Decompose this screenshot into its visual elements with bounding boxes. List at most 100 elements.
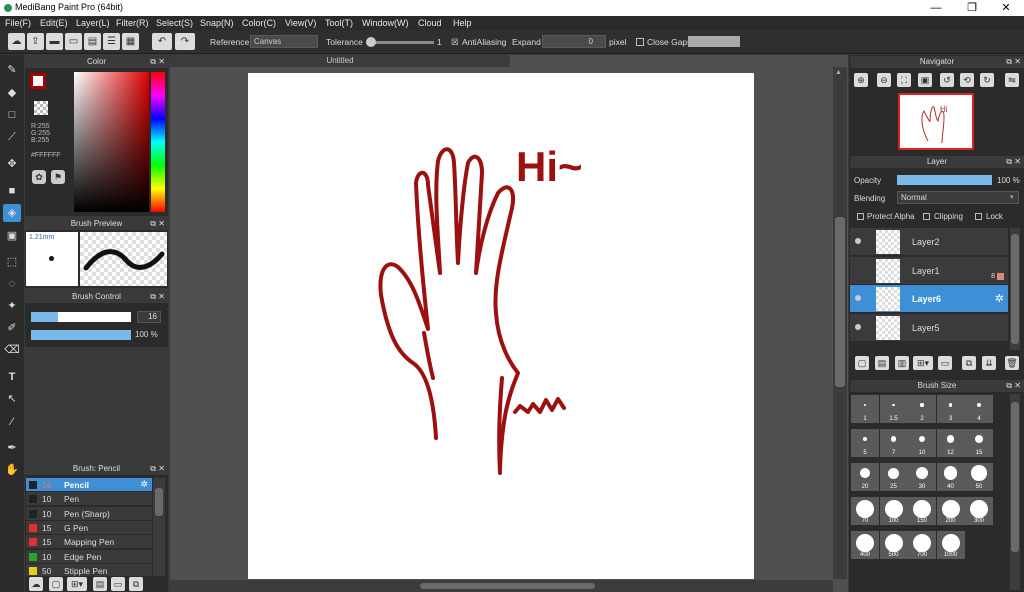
rotate-left-icon[interactable]: ↺ [940, 73, 954, 87]
layer-opacity-slider[interactable] [897, 175, 992, 185]
brush-list-scrollbar[interactable] [153, 478, 165, 576]
lock-checkbox[interactable] [975, 213, 982, 220]
menu-color[interactable]: Color(C) [242, 18, 276, 28]
brush-size-preset[interactable]: 30 [908, 463, 936, 491]
eraser-tool-icon[interactable]: ◆ [3, 84, 21, 102]
maximize-button[interactable]: ❐ [956, 0, 988, 16]
expand-field[interactable]: 0 [542, 35, 606, 48]
brush-size-preset[interactable]: 7 [879, 429, 908, 457]
delete-layer-icon[interactable]: 🗑 [1005, 356, 1019, 370]
select-rect-tool-icon[interactable]: ⬚ [3, 253, 21, 271]
saturation-value-picker[interactable] [74, 72, 149, 212]
brush-size-preset[interactable]: 20 [851, 463, 879, 491]
menu-filter[interactable]: Filter(R) [116, 18, 149, 28]
brush-size-preset[interactable]: 1000 [936, 531, 965, 559]
add-brush-dropdown-icon[interactable]: ⊞▾ [67, 577, 87, 591]
brush-size-preset[interactable]: 70 [851, 497, 879, 525]
popout-icon[interactable]: ⧉ [150, 463, 156, 475]
layer-row[interactable]: Layer2 [850, 228, 1008, 256]
popout-icon[interactable]: ⧉ [1006, 156, 1012, 168]
eyedropper-tool-icon[interactable]: ✒ [3, 439, 21, 457]
menu-help[interactable]: Help [453, 18, 472, 28]
visibility-eye-icon[interactable] [855, 323, 861, 330]
clipping-checkbox[interactable] [923, 213, 930, 220]
brush-size-preset[interactable]: 40 [936, 463, 965, 491]
new-8bit-layer-icon[interactable]: ▥ [895, 356, 909, 370]
close-panel-icon[interactable]: ✕ [1014, 380, 1021, 392]
brush-opacity-slider[interactable] [31, 330, 131, 340]
minimize-button[interactable]: — [920, 0, 952, 16]
antialiasing-checkbox[interactable]: ☒ [451, 37, 459, 48]
layer-row[interactable]: Layer5 [850, 313, 1008, 342]
new-halftone-layer-icon[interactable]: ▤ [875, 356, 889, 370]
select-pen-tool-icon[interactable]: ✐ [3, 319, 21, 337]
brush-size-preset[interactable]: 1.5 [879, 395, 908, 423]
tolerance-slider-handle[interactable] [366, 37, 376, 47]
close-panel-icon[interactable]: ✕ [1014, 156, 1021, 168]
close-panel-icon[interactable]: ✕ [1014, 56, 1021, 68]
brush-size-preset[interactable]: 2 [908, 395, 936, 423]
close-button[interactable]: ✕ [990, 0, 1022, 16]
brush-tool-icon[interactable]: ✎ [3, 61, 21, 79]
document-canvas[interactable]: Hi~ [248, 73, 754, 579]
close-gaps-checkbox[interactable] [636, 38, 644, 46]
layer-row[interactable]: Layer6 ✲ [850, 285, 1008, 313]
brush-size-value[interactable]: 16 [137, 311, 161, 323]
document-tab[interactable]: Untitled [170, 54, 510, 67]
brush-settings-gear-icon[interactable]: ✲ [140, 479, 148, 490]
list-icon[interactable]: ☰ [103, 33, 120, 50]
popout-icon[interactable]: ⧉ [1006, 380, 1012, 392]
actual-size-icon[interactable]: ▣ [918, 73, 932, 87]
popout-icon[interactable]: ⧉ [150, 218, 156, 230]
brush-size-preset[interactable]: 10 [908, 429, 936, 457]
add-layer-dropdown-icon[interactable]: ⊞▾ [913, 356, 933, 370]
cloud-brush-icon[interactable]: ☁ [29, 577, 43, 591]
brush-list-item[interactable]: 15 Mapping Pen [26, 535, 152, 550]
visibility-eye-icon[interactable] [855, 295, 861, 301]
blending-select[interactable]: Normal [897, 191, 1019, 204]
brush-size-preset[interactable]: 100 [879, 497, 908, 525]
operation-tool-icon[interactable]: ↖ [3, 390, 21, 408]
text-tool-icon[interactable]: T [3, 368, 21, 386]
close-gaps-slider[interactable] [688, 36, 740, 47]
canvas-vertical-scrollbar[interactable]: ▲ [833, 67, 847, 579]
brush-list-item[interactable]: 10 Pen [26, 492, 152, 507]
redo-icon[interactable]: ↷ [175, 33, 195, 50]
brush-size-preset[interactable]: 500 [879, 531, 908, 559]
transparent-color-swatch[interactable] [34, 101, 48, 115]
lasso-tool-icon[interactable]: ◌ [3, 275, 21, 293]
protect-alpha-checkbox[interactable] [857, 213, 864, 220]
menu-layer[interactable]: Layer(L) [76, 18, 110, 28]
brush-size-preset[interactable]: 4 [965, 395, 993, 423]
rotate-reset-icon[interactable]: ⟲ [960, 73, 974, 87]
brush-size-scrollbar[interactable] [1010, 394, 1020, 590]
close-panel-icon[interactable]: ✕ [158, 218, 165, 230]
page-icon[interactable]: ▤ [84, 33, 101, 50]
brush-list-item[interactable]: 10 Pen (Sharp) [26, 506, 152, 521]
select-eraser-tool-icon[interactable]: ⌫ [3, 341, 21, 359]
hand-tool-icon[interactable]: ✋ [3, 461, 21, 479]
brush-size-preset[interactable]: 200 [936, 497, 965, 525]
zoom-in-icon[interactable]: ⊕ [854, 73, 868, 87]
brush-list-item[interactable]: 15 G Pen [26, 520, 152, 535]
menu-tool[interactable]: Tool(T) [325, 18, 353, 28]
line-tool-icon[interactable]: ⟋ [3, 128, 21, 146]
brush-size-preset[interactable]: 3 [936, 395, 965, 423]
menu-view[interactable]: View(V) [285, 18, 316, 28]
move-tool-icon[interactable]: ✥ [3, 155, 21, 173]
flip-horizontal-icon[interactable]: ⇋ [1005, 73, 1019, 87]
brush-list-item[interactable]: 16 Pencil ✲ [26, 478, 152, 492]
brush-size-preset[interactable]: 50 [965, 463, 993, 491]
undo-icon[interactable]: ↶ [152, 33, 172, 50]
bucket-tool-icon[interactable]: ◈ [3, 204, 21, 222]
brush-size-preset[interactable]: 300 [965, 497, 993, 525]
popout-icon[interactable]: ⧉ [150, 291, 156, 303]
shape-tool-icon[interactable]: □ [3, 106, 21, 124]
primary-color-swatch[interactable] [30, 73, 46, 89]
menu-file[interactable]: File(F) [5, 18, 31, 28]
close-panel-icon[interactable]: ✕ [158, 56, 165, 68]
menu-window[interactable]: Window(W) [362, 18, 409, 28]
zoom-out-icon[interactable]: ⊖ [877, 73, 891, 87]
brush-list-item[interactable]: 10 Edge Pen [26, 549, 152, 564]
fill-rect-tool-icon[interactable]: ■ [3, 182, 21, 200]
